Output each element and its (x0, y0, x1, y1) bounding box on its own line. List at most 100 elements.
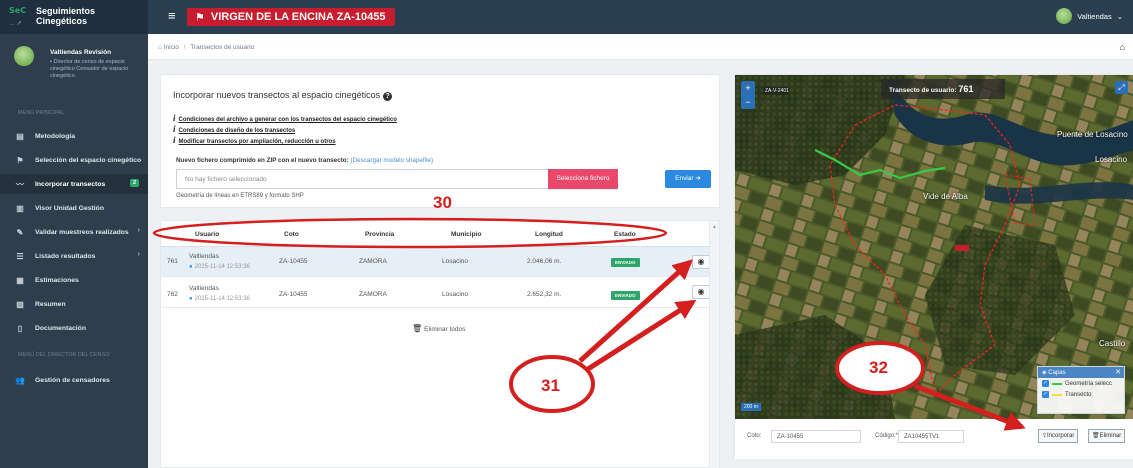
codigo-field[interactable]: ZA10455TV1 (898, 430, 964, 443)
hunting-area-title: ⚑ VIRGEN DE LA ENCINA ZA-10455 (187, 8, 396, 26)
sidebar-item-label: Incorporar transectos (35, 180, 106, 188)
incorporar-button[interactable]: ⇪Incorporar (1038, 429, 1079, 443)
satellite-map[interactable]: ZA-V-2401 + − ⤢ Transecto de usuario: 76… (735, 75, 1133, 419)
scroll-up-icon[interactable]: ▲ (712, 224, 717, 230)
place-label: Castillo (1099, 339, 1126, 348)
eye-icon: ◉ (697, 287, 705, 296)
layers-panel: ◈ Capas ✕ ✓ Geometría selecc ✓ Transecto (1037, 366, 1125, 414)
row-longitud: 2.652,32 m. (527, 291, 562, 298)
coto-label: Coto: (747, 433, 762, 439)
row-user: Valtiendas (189, 253, 219, 260)
fullscreen-button[interactable]: ⤢ (1115, 81, 1128, 94)
transects-table-panel: Usuario Coto Provincia Municipio Longitu… (160, 220, 720, 468)
table-row[interactable]: 762 Valtiendas ● 2025-11-14 12:53:36 ZA-1… (161, 278, 710, 308)
row-id: 762 (167, 291, 178, 298)
row-municipio: Losacino (442, 291, 469, 298)
transect-info-value: 761 (958, 84, 974, 94)
sidebar-item-label: Estimaciones (35, 276, 79, 284)
link-modificar-transectos[interactable]: i Modificar transectos por ampliación, re… (173, 135, 336, 145)
transect-info-box: Transecto de usuario: 761 (881, 79, 1005, 99)
scrollbar[interactable]: ▲ (709, 221, 719, 468)
row-coto: ZA-10455 (279, 291, 308, 298)
table-row[interactable]: 761 Valtiendas ● 2025-11-14 12:53:36 ZA-1… (161, 247, 710, 277)
coto-field[interactable]: ZA-10455 (771, 430, 861, 443)
layers-header: ◈ Capas ✕ (1038, 367, 1124, 378)
zoom-in-button[interactable]: + (741, 81, 755, 95)
top-bar: SeC Seguimientos Cinegéticos ← ↗ ≡ ⚑ VIR… (0, 0, 1133, 34)
zoom-out-button[interactable]: − (741, 95, 755, 109)
brand-title: Seguimientos Cinegéticos (36, 6, 96, 26)
breadcrumb-separator: / (183, 44, 186, 51)
sidebar-item-seleccion[interactable]: ⚑ Selección del espacio cinegético (0, 150, 148, 170)
chevron-right-icon: › (137, 251, 140, 258)
sidebar-item-incorporar-transectos[interactable]: 〰 Incorporar transectos 2 (0, 174, 148, 194)
link-condiciones-diseno[interactable]: i Condiciones de diseño de los transectos (173, 124, 295, 134)
document-icon: ▤ (16, 131, 24, 141)
sidebar-item-visor[interactable]: ▥ Visor Unidad Gestión (0, 198, 148, 218)
checkbox[interactable]: ✓ (1042, 380, 1049, 387)
place-label: Vide de Alba (923, 192, 968, 201)
sidebar-item-label: Visor Unidad Gestión (35, 204, 104, 212)
sidebar-item-estimaciones[interactable]: ▦ Estimaciones (0, 270, 148, 290)
trash-icon: 🗑 (1092, 433, 1100, 439)
road-marker (955, 245, 969, 251)
sidebar-item-gestion-censadores[interactable]: 👥 Gestión de censadores (0, 370, 148, 390)
select-file-button[interactable]: Selecciona fichero (548, 169, 618, 189)
breadcrumb: ⌂ Inicio / Transectos de usuario ⌂ (148, 34, 1133, 60)
send-button[interactable]: Enviar ➔ (665, 170, 711, 188)
file-input[interactable]: No hay fichero seleccionado (176, 169, 548, 189)
brand-sub-icons: ← ↗ (9, 21, 22, 27)
upload-title: Incorporar nuevos transectos al espacio … (173, 90, 393, 101)
sidebar-item-label: Metodología (35, 132, 76, 140)
row-provincia: ZAMORA (359, 291, 387, 298)
layer-item[interactable]: ✓ Geometría selecc (1038, 378, 1124, 389)
home-icon[interactable]: ⌂ (1120, 42, 1125, 52)
info-icon: i (173, 135, 176, 145)
road-tag: ZA-V-2401 (765, 88, 789, 94)
column-header-estado[interactable]: Estado (614, 231, 636, 238)
sidebar-item-label: Gestión de censadores (35, 376, 110, 384)
column-header-provincia[interactable]: Provincia (365, 231, 394, 238)
zoom-control[interactable]: + − (741, 81, 755, 109)
layer-label: Geometría selecc (1065, 380, 1113, 387)
column-header-usuario[interactable]: Usuario (195, 231, 219, 238)
flag-icon: ⚑ (16, 155, 24, 165)
annotation-number: 32 (869, 358, 888, 377)
view-transect-button[interactable]: ◉ (692, 285, 710, 299)
layer-swatch (1052, 393, 1062, 396)
hamburger-menu-icon[interactable]: ≡ (168, 9, 181, 22)
help-icon[interactable]: ? (383, 92, 393, 101)
breadcrumb-current: Transectos de usuario (190, 44, 255, 51)
sidebar-item-documentacion[interactable]: ▯ Documentación (0, 318, 148, 338)
flag-icon: ⚑ (195, 11, 205, 24)
arrow-right-icon: ➔ (695, 175, 701, 182)
sidebar: Valtiendas Revisión ▪ Director de censo … (0, 34, 148, 468)
codigo-label: Código:* (875, 433, 899, 439)
breadcrumb-home[interactable]: Inicio (164, 44, 179, 51)
view-transect-button[interactable]: ◉ (692, 255, 710, 269)
eliminar-button[interactable]: 🗑Eliminar (1088, 429, 1126, 443)
sidebar-item-metodologia[interactable]: ▤ Metodología (0, 126, 148, 146)
image-icon: ▨ (16, 299, 24, 309)
sidebar-item-validar[interactable]: ✎ Validar muestreos realizados › (0, 222, 148, 242)
column-header-municipio[interactable]: Municipio (451, 231, 481, 238)
link-condiciones-archivo[interactable]: i Condiciones del archivo a generar con l… (173, 113, 397, 123)
checkbox[interactable]: ✓ (1042, 391, 1049, 398)
layer-item[interactable]: ✓ Transecto (1038, 389, 1124, 400)
brand[interactable]: SeC Seguimientos Cinegéticos ← ↗ (0, 0, 148, 34)
user-menu[interactable]: Valtiendas ⌄ (1056, 8, 1123, 24)
file-label: Nuevo fichero comprimido en ZIP con el n… (176, 157, 434, 164)
status-badge: ENVIADO (611, 258, 640, 267)
row-date: ● 2025-11-14 12:53:36 (189, 264, 250, 270)
delete-all-button[interactable]: 🗑 Eliminar todos (412, 324, 465, 333)
hunting-area-name: VIRGEN DE LA ENCINA ZA-10455 (210, 11, 386, 23)
sidebar-item-resumen[interactable]: ▨ Resumen (0, 294, 148, 314)
download-shapefile-link[interactable]: (Descargar modelo shapefile) (350, 157, 433, 164)
column-header-coto[interactable]: Coto (284, 231, 299, 238)
sidebar-item-label: Documentación (35, 324, 86, 332)
column-header-longitud[interactable]: Longitud (535, 231, 563, 238)
map-panel: ZA-V-2401 + − ⤢ Transecto de usuario: 76… (734, 74, 1133, 459)
transect-info-label: Transecto de usuario: (889, 87, 957, 94)
close-icon[interactable]: ✕ (1115, 368, 1121, 376)
sidebar-item-listado[interactable]: ☰ Listado resultados › (0, 246, 148, 266)
